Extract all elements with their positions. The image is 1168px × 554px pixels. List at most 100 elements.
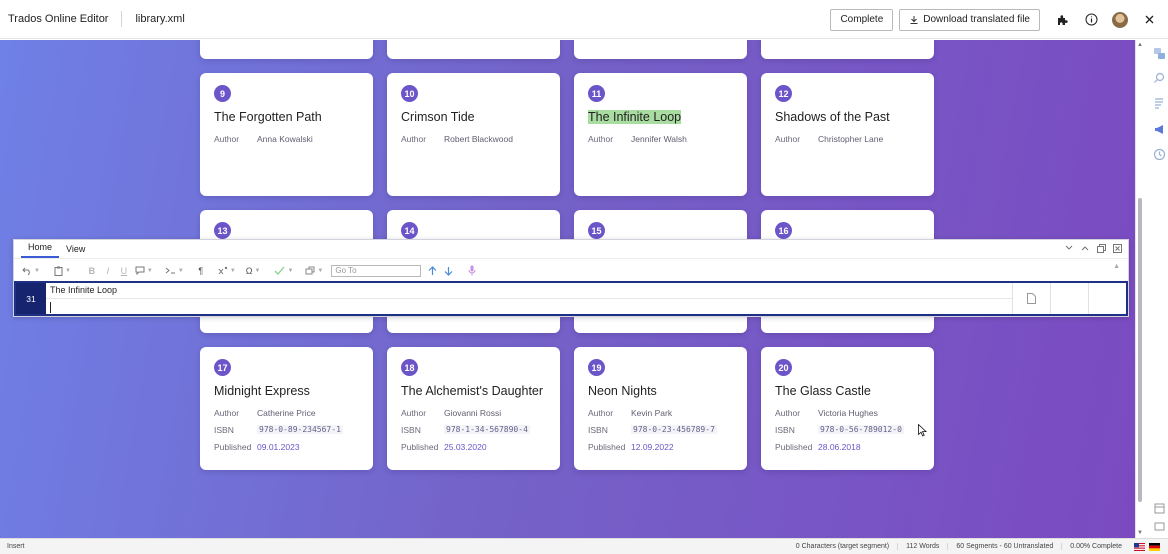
scrollbar[interactable]: ▲ ▼ (1136, 40, 1144, 538)
published-row: Published03.09.2017 (401, 40, 546, 41)
author-label: Author (588, 133, 614, 144)
tab-home[interactable]: Home (21, 242, 60, 258)
download-button-label: Download translated file (923, 14, 1030, 25)
user-avatar[interactable] (1107, 7, 1133, 33)
author-row: Author Kevin Park (588, 407, 733, 418)
book-card[interactable]: 7Quantum DreamsAuthorLisa NakamuraISBN97… (574, 40, 747, 59)
superscript-icon[interactable]: ▼ (216, 263, 238, 279)
book-card[interactable]: 6The Last GardenAuthorMichael O'BrienISB… (387, 40, 560, 59)
book-title-text: The Alchemist's Daughter (401, 384, 544, 398)
published-value: 03.09.2017 (444, 40, 487, 41)
ribbon-tabs: Home View (14, 240, 1128, 259)
arrow-up-icon[interactable] (425, 263, 439, 279)
word-count: 112 Words (897, 543, 947, 550)
published-row: Published27.08.2019 (775, 40, 920, 41)
panel-window-controls (1064, 243, 1122, 253)
author-row: Author Victoria Hughes (775, 407, 920, 418)
book-card[interactable]: 5Beneath the SurfaceAuthorSarah Mitchell… (200, 40, 373, 59)
special-characters-icon[interactable]: Ω ▼ (244, 263, 263, 279)
book-card[interactable]: 12 Shadows of the Past Author Christopher L… (761, 73, 934, 196)
isbn-value: 978-0-23-456789-7 (631, 425, 717, 434)
book-title: The Alchemist's Daughter (401, 384, 546, 401)
close-icon[interactable] (1136, 7, 1162, 33)
author-label: Author (588, 407, 614, 418)
paste-icon[interactable]: ▼ (52, 263, 73, 279)
segment-editor[interactable]: The Infinite Loop (46, 283, 1012, 314)
published-row: Published 12.09.2022 (588, 441, 733, 452)
translation-memory-icon[interactable] (1152, 46, 1166, 60)
tab-view[interactable]: View (59, 244, 92, 258)
tags-icon[interactable]: ▼ (163, 263, 186, 279)
download-translated-file-button[interactable]: Download translated file (899, 8, 1040, 31)
comment-panel-icon[interactable] (1152, 519, 1166, 533)
microphone-icon[interactable] (465, 263, 479, 279)
book-title: Crimson Tide (401, 110, 546, 127)
book-card[interactable]: 11 The Infinite Loop Author Jennifer Walsh (574, 73, 747, 196)
close-panel-icon[interactable] (1112, 243, 1122, 253)
input-mode: Insert (7, 543, 25, 550)
segment-status-icon[interactable] (1012, 283, 1050, 314)
book-number-badge: 14 (401, 222, 418, 239)
info-icon[interactable] (1078, 7, 1104, 33)
author-row: Author Robert Blackwood (401, 133, 546, 144)
arrow-down-icon[interactable] (441, 263, 455, 279)
published-value: 14.05.2020 (257, 40, 300, 41)
avatar (1112, 11, 1128, 28)
isbn-label: ISBN (214, 424, 234, 435)
active-segment-row[interactable]: 31 The Infinite Loop (14, 281, 1128, 316)
file-name: library.xml (135, 13, 185, 25)
book-card[interactable]: 20 The Glass Castle Author Victoria Hughes I… (761, 347, 934, 470)
history-icon[interactable] (1152, 147, 1166, 161)
published-label: Published (214, 441, 252, 452)
bold-icon[interactable]: B (85, 263, 99, 279)
go-to-input[interactable] (331, 264, 422, 277)
published-value: 25.03.2020 (444, 441, 487, 452)
author-row: Author Christopher Lane (775, 133, 920, 144)
search-icon[interactable] (1152, 71, 1166, 85)
restore-icon[interactable] (1096, 243, 1106, 253)
published-value: 09.01.2023 (257, 441, 300, 452)
undo-icon[interactable]: ▼ (20, 263, 42, 279)
book-number-badge: 19 (588, 359, 605, 376)
book-card[interactable]: 9 The Forgotten Path Author Anna Kowalski (200, 73, 373, 196)
author-value: Victoria Hughes (818, 407, 878, 418)
scroll-down-icon[interactable]: ▼ (1137, 530, 1143, 536)
editor-toolbar: ▼ ▼ B I U ▼ ▼ ¶ ▼ Ω ▼ ▼ ▼ (14, 259, 1128, 282)
book-card[interactable]: 18 The Alchemist's Daughter Author Giovanni… (387, 347, 560, 470)
book-card[interactable]: 10 Crimson Tide Author Robert Blackwood (387, 73, 560, 196)
text-cursor (50, 302, 51, 313)
author-label: Author (401, 133, 427, 144)
book-number-badge: 12 (775, 85, 792, 102)
copy-source-icon[interactable]: ▼ (303, 263, 325, 279)
termbase-icon[interactable] (1152, 96, 1166, 110)
book-card[interactable]: 8Whispers in the WindAuthorDavid HarperI… (761, 40, 934, 59)
book-title-text: Neon Nights (588, 384, 657, 398)
book-title: The Glass Castle (775, 384, 920, 401)
complete-button[interactable]: Complete (830, 8, 894, 31)
book-card[interactable]: 19 Neon Nights Author Kevin Park ISBN 978-0-2… (574, 347, 747, 470)
panel-layout-icon[interactable] (1152, 501, 1166, 515)
underline-icon[interactable]: U (117, 263, 131, 279)
published-value: 28.06.2018 (818, 441, 861, 452)
book-number-badge: 20 (775, 359, 792, 376)
puzzle-icon[interactable] (1049, 7, 1075, 33)
author-value: Robert Blackwood (444, 133, 513, 144)
comment-icon[interactable]: ▼ (133, 263, 155, 279)
announcement-icon[interactable] (1152, 122, 1166, 136)
collapse-toolbar-icon[interactable]: ▲ (1113, 263, 1120, 270)
published-label: Published (401, 40, 444, 41)
formatting-marks-icon[interactable]: ¶ (194, 263, 208, 279)
title-separator (121, 11, 123, 27)
confirm-segment-icon[interactable]: ▼ (272, 263, 295, 279)
chevron-down-icon[interactable] (1064, 243, 1074, 253)
mouse-pointer-icon (918, 423, 928, 440)
isbn-value: 978-0-56-789012-0 (818, 425, 904, 434)
segment-origin-cell (1050, 283, 1088, 314)
chevron-up-icon[interactable] (1080, 243, 1090, 253)
book-card[interactable]: 17 Midnight Express Author Catherine Price I… (200, 347, 373, 470)
published-label: Published (775, 40, 818, 41)
author-label: Author (775, 133, 801, 144)
scrollbar-thumb[interactable] (1138, 198, 1142, 502)
italic-icon[interactable]: I (101, 263, 115, 279)
scroll-up-icon[interactable]: ▲ (1137, 42, 1143, 48)
